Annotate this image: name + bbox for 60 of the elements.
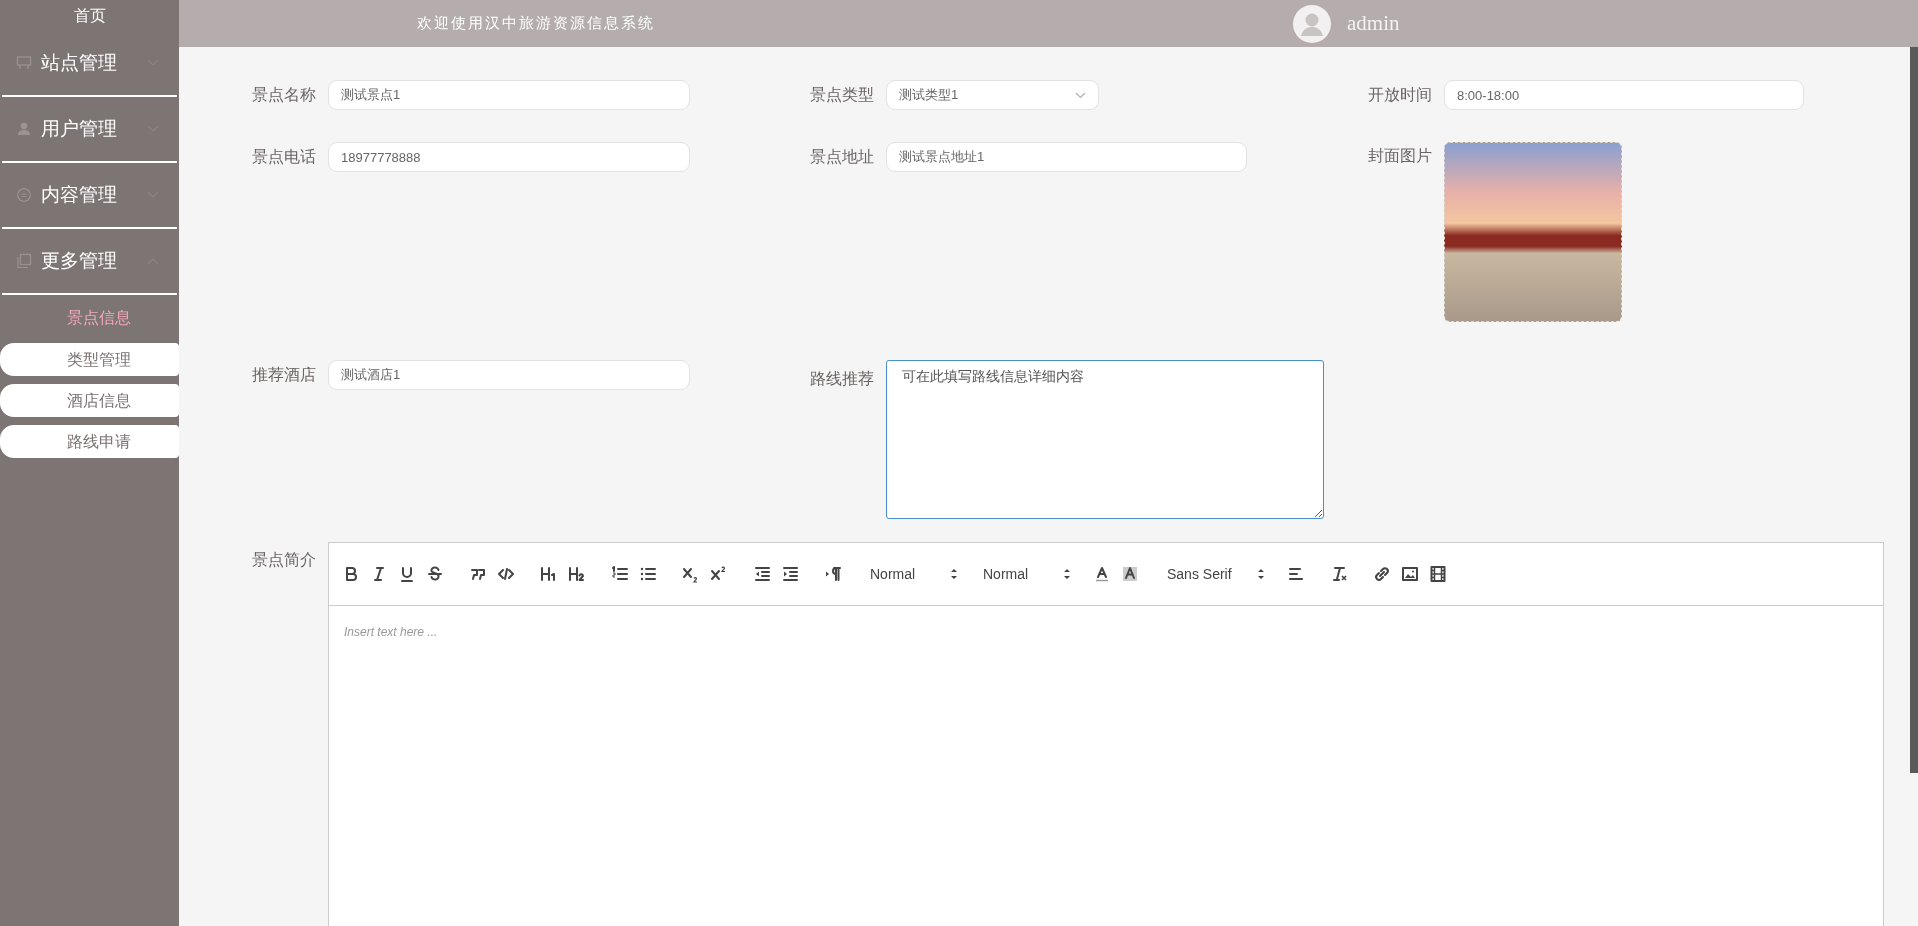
submenu-item[interactable]: 类型管理 <box>0 343 179 376</box>
welcome-title: 欢迎使用汉中旅游资源信息系统 <box>417 13 655 35</box>
dropdown-picker[interactable]: Normal <box>862 562 960 586</box>
submenu-item[interactable]: 路线申请 <box>0 425 179 458</box>
text-field[interactable]: 测试景点地址1 <box>886 142 1247 172</box>
text-field[interactable]: 18977778888 <box>328 142 690 172</box>
menu-group[interactable]: 站点管理 <box>0 31 179 95</box>
field-label: 景点简介 <box>252 550 316 570</box>
submenu-item[interactable]: 酒店信息 <box>0 384 179 417</box>
updown-arrows-icon <box>1257 568 1265 580</box>
text-color-icon <box>1093 565 1111 583</box>
code-icon <box>497 565 515 583</box>
copy-icon <box>16 253 32 269</box>
dropdown-picker[interactable]: Normal <box>975 562 1073 586</box>
dropdown-picker[interactable]: Sans Serif <box>1159 562 1267 586</box>
board-icon <box>16 55 32 71</box>
field-label: 路线推荐 <box>810 369 874 389</box>
text-field[interactable]: 8:00-18:00 <box>1444 80 1804 110</box>
background-color-icon <box>1121 565 1139 583</box>
menu-group[interactable]: 用户管理 <box>0 97 179 161</box>
username: admin <box>1347 9 1400 37</box>
field-label: 景点名称 <box>252 85 316 105</box>
outdent-icon <box>753 565 771 583</box>
indent-icon <box>781 565 799 583</box>
text-field[interactable]: 测试酒店1 <box>328 360 690 390</box>
ordered-list-icon <box>611 565 629 583</box>
editor-area[interactable]: Insert text here ... <box>329 606 1883 926</box>
underline-icon <box>398 565 416 583</box>
subscript-icon <box>682 565 700 583</box>
field-label: 景点电话 <box>252 147 316 167</box>
user-avatar-icon <box>1293 4 1331 43</box>
chevron-down-icon <box>1075 91 1086 99</box>
updown-arrows-icon <box>1063 568 1071 580</box>
field-label: 推荐酒店 <box>252 365 316 385</box>
editor-placeholder: Insert text here ... <box>344 625 438 639</box>
image-icon <box>1401 565 1419 583</box>
align-left-icon <box>1287 565 1305 583</box>
superscript-icon <box>710 565 728 583</box>
text-direction-icon <box>824 565 842 583</box>
heading-two-icon <box>568 565 586 583</box>
photo-placeholder[interactable] <box>1444 142 1622 322</box>
field-label: 景点地址 <box>810 147 874 167</box>
heading-one-icon <box>540 565 558 583</box>
updown-arrows-icon <box>950 568 958 580</box>
field-label: 景点类型 <box>810 85 874 105</box>
link-icon <box>1373 565 1391 583</box>
select-field[interactable]: 测试类型1 <box>886 80 1099 110</box>
user-icon <box>16 121 32 137</box>
field-label: 开放时间 <box>1368 85 1432 105</box>
clear-format-icon <box>1330 565 1348 583</box>
video-icon <box>1429 565 1447 583</box>
strikethrough-icon <box>426 565 444 583</box>
bullet-list-icon <box>639 565 657 583</box>
textarea-field[interactable]: 可在此填写路线信息详细内容 <box>886 360 1324 519</box>
menu-group[interactable]: 更多管理 <box>0 229 179 293</box>
home-link[interactable]: 首页 <box>0 0 179 31</box>
menu-group[interactable]: 内容管理 <box>0 163 179 227</box>
text-field[interactable]: 测试景点1 <box>328 80 690 110</box>
chat-icon <box>16 187 32 203</box>
field-label: 封面图片 <box>1368 146 1432 166</box>
